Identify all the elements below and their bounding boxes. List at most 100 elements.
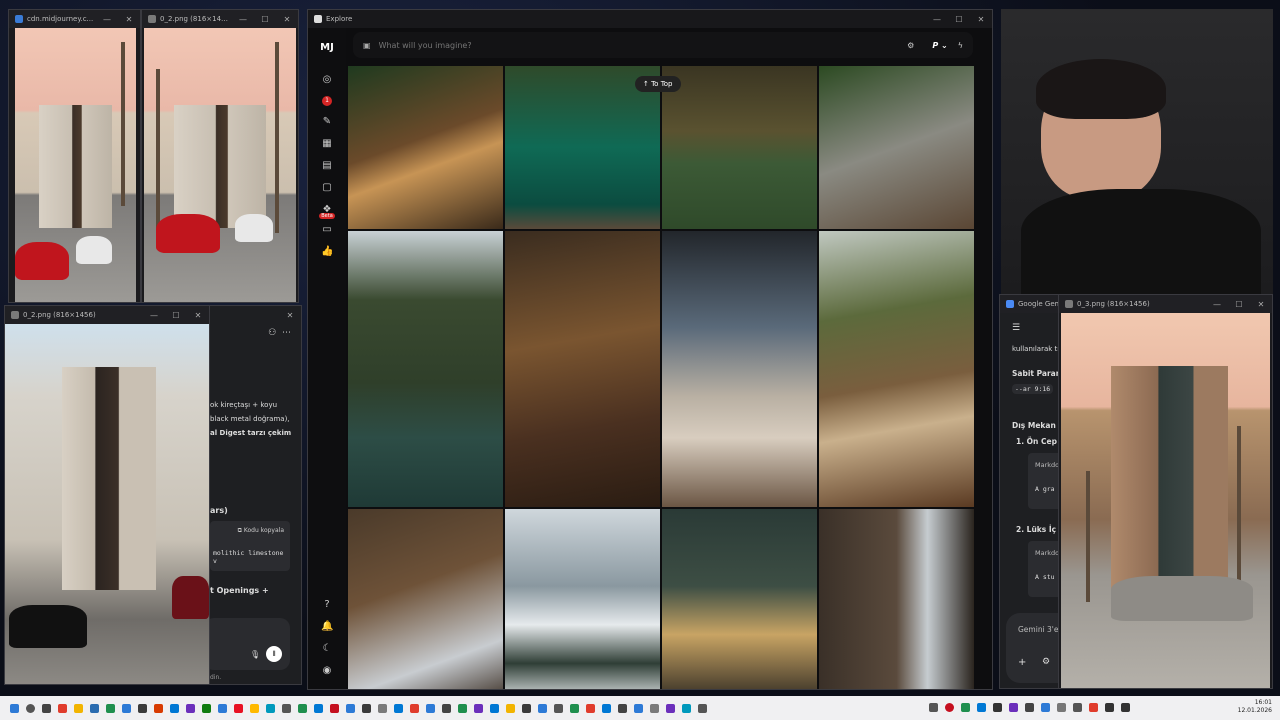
app-icon[interactable] xyxy=(249,703,259,713)
image-window-1[interactable]: cdn.midjourney.c... — ✕ xyxy=(8,9,141,303)
title-bar[interactable]: 0_2.png (816×1456) — ☐ ✕ xyxy=(142,10,298,28)
app-icon[interactable] xyxy=(73,703,83,713)
app-icon[interactable] xyxy=(617,703,627,713)
image-tile[interactable] xyxy=(662,231,817,507)
clock[interactable]: 16:01 12.01.2026 xyxy=(1238,699,1272,715)
app-icon[interactable] xyxy=(105,703,115,713)
help-icon[interactable]: ? xyxy=(321,599,333,611)
app-icon[interactable] xyxy=(505,703,515,713)
image-tile[interactable] xyxy=(348,231,503,507)
image-tile[interactable] xyxy=(819,66,974,229)
explore-window[interactable]: Explore — ☐ ✕ MJ ◎ 1 ✎ ▦ ▤ ▢ ❖ Beta ▭ 👍 … xyxy=(307,9,993,690)
image-window-3[interactable]: 0_2.png (816×1456) — ☐ ✕ xyxy=(4,305,210,685)
close-icon[interactable]: ✕ xyxy=(1250,300,1272,309)
app-icon[interactable] xyxy=(553,703,563,713)
app-icon[interactable] xyxy=(185,703,195,713)
close-icon[interactable]: ✕ xyxy=(970,15,992,24)
tray-icon[interactable] xyxy=(1088,703,1098,712)
title-bar[interactable]: 0_2.png (816×1456) — ☐ ✕ xyxy=(5,306,209,324)
more-options-icon[interactable]: ⋯ xyxy=(282,328,291,338)
app-icon[interactable] xyxy=(57,703,67,713)
app-icon[interactable] xyxy=(537,703,547,713)
image-prompt-icon[interactable]: ▣ xyxy=(363,41,371,50)
maximize-icon[interactable]: ☐ xyxy=(254,15,276,24)
user-add-icon[interactable]: ⚇ xyxy=(268,328,276,338)
image-window-2[interactable]: 0_2.png (816×1456) — ☐ ✕ xyxy=(141,9,299,303)
title-bar[interactable]: 0_3.png (816×1456) — ☐ ✕ xyxy=(1059,295,1272,313)
image-tile[interactable] xyxy=(819,231,974,507)
settings-sliders-icon[interactable]: ⚙ xyxy=(907,41,914,50)
app-icon[interactable] xyxy=(489,703,499,713)
app-icon[interactable] xyxy=(169,703,179,713)
microphone-icon[interactable]: 🎙 xyxy=(250,650,260,659)
app-icon[interactable] xyxy=(521,703,531,713)
tray-icon[interactable] xyxy=(1040,703,1050,712)
minimize-icon[interactable]: — xyxy=(143,311,165,320)
minimize-icon[interactable]: — xyxy=(232,15,254,24)
volume-icon[interactable] xyxy=(1120,703,1130,712)
task-view-icon[interactable] xyxy=(41,703,51,713)
image-tile[interactable] xyxy=(662,66,817,229)
title-bar[interactable]: ✕ xyxy=(201,306,301,324)
app-icon[interactable] xyxy=(89,703,99,713)
app-icon[interactable] xyxy=(345,703,355,713)
close-icon[interactable]: ✕ xyxy=(276,15,298,24)
tray-icon[interactable] xyxy=(960,703,970,712)
close-icon[interactable]: ✕ xyxy=(118,15,140,24)
organize-icon[interactable]: ▦ xyxy=(321,138,333,150)
close-icon[interactable]: ✕ xyxy=(279,311,301,320)
notification-badge[interactable]: 1 xyxy=(322,96,332,106)
app-icon[interactable] xyxy=(681,703,691,713)
close-icon[interactable]: ✕ xyxy=(187,311,209,320)
app-icon[interactable] xyxy=(377,703,387,713)
updates-icon[interactable]: 🔔 xyxy=(321,621,333,633)
tray-icon[interactable] xyxy=(992,703,1002,712)
app-icon[interactable] xyxy=(409,703,419,713)
app-icon[interactable] xyxy=(121,703,131,713)
create-icon[interactable]: ✎ xyxy=(321,116,333,128)
image-tile[interactable] xyxy=(348,66,503,229)
app-icon[interactable] xyxy=(265,703,275,713)
edit-icon[interactable]: ▢ xyxy=(321,182,333,194)
app-icon[interactable] xyxy=(201,703,211,713)
app-icon[interactable] xyxy=(329,703,339,713)
tray-icon[interactable] xyxy=(1056,703,1066,712)
maximize-icon[interactable]: ☐ xyxy=(948,15,970,24)
midjourney-logo[interactable]: MJ xyxy=(320,42,334,53)
tray-icon[interactable] xyxy=(976,703,986,712)
wifi-icon[interactable] xyxy=(1104,703,1114,712)
app-icon[interactable] xyxy=(217,703,227,713)
app-icon[interactable] xyxy=(665,703,675,713)
app-icon[interactable] xyxy=(137,703,147,713)
app-icon[interactable] xyxy=(393,703,403,713)
app-icon[interactable] xyxy=(153,703,163,713)
minimize-icon[interactable]: — xyxy=(926,15,948,24)
image-tile[interactable] xyxy=(819,509,974,689)
chat-window[interactable]: ✕ ⚇ ⋯ ok kireçtaşı + koyu black metal do… xyxy=(200,305,302,685)
likes-icon[interactable]: 👍 xyxy=(321,246,333,258)
image-tile[interactable] xyxy=(662,509,817,689)
app-icon[interactable] xyxy=(457,703,467,713)
title-bar[interactable]: cdn.midjourney.c... — ✕ xyxy=(9,10,140,28)
app-icon[interactable] xyxy=(313,703,323,713)
title-bar[interactable]: Explore — ☐ ✕ xyxy=(308,10,992,28)
app-icon[interactable] xyxy=(425,703,435,713)
menu-icon[interactable]: ☰ xyxy=(1012,323,1020,333)
image-tile[interactable] xyxy=(505,66,660,229)
prompt-input[interactable] xyxy=(378,40,908,50)
app-icon[interactable] xyxy=(361,703,371,713)
search-icon[interactable] xyxy=(25,703,35,713)
image-tile[interactable] xyxy=(348,509,503,689)
profile-icon[interactable]: ◉ xyxy=(321,665,333,677)
voice-mode-icon[interactable]: ⦀ xyxy=(266,646,282,662)
speed-icon[interactable]: ϟ xyxy=(958,41,963,50)
theme-icon[interactable]: ☾ xyxy=(321,643,333,655)
start-icon[interactable] xyxy=(9,703,19,713)
app-icon[interactable] xyxy=(697,703,707,713)
tray-icon[interactable] xyxy=(928,703,938,712)
tray-icon[interactable] xyxy=(1024,703,1034,712)
app-icon[interactable] xyxy=(297,703,307,713)
copy-code-button[interactable]: ⧉ Kodu kopyala xyxy=(238,527,284,535)
image-tile[interactable] xyxy=(505,509,660,689)
maximize-icon[interactable]: ☐ xyxy=(1228,300,1250,309)
